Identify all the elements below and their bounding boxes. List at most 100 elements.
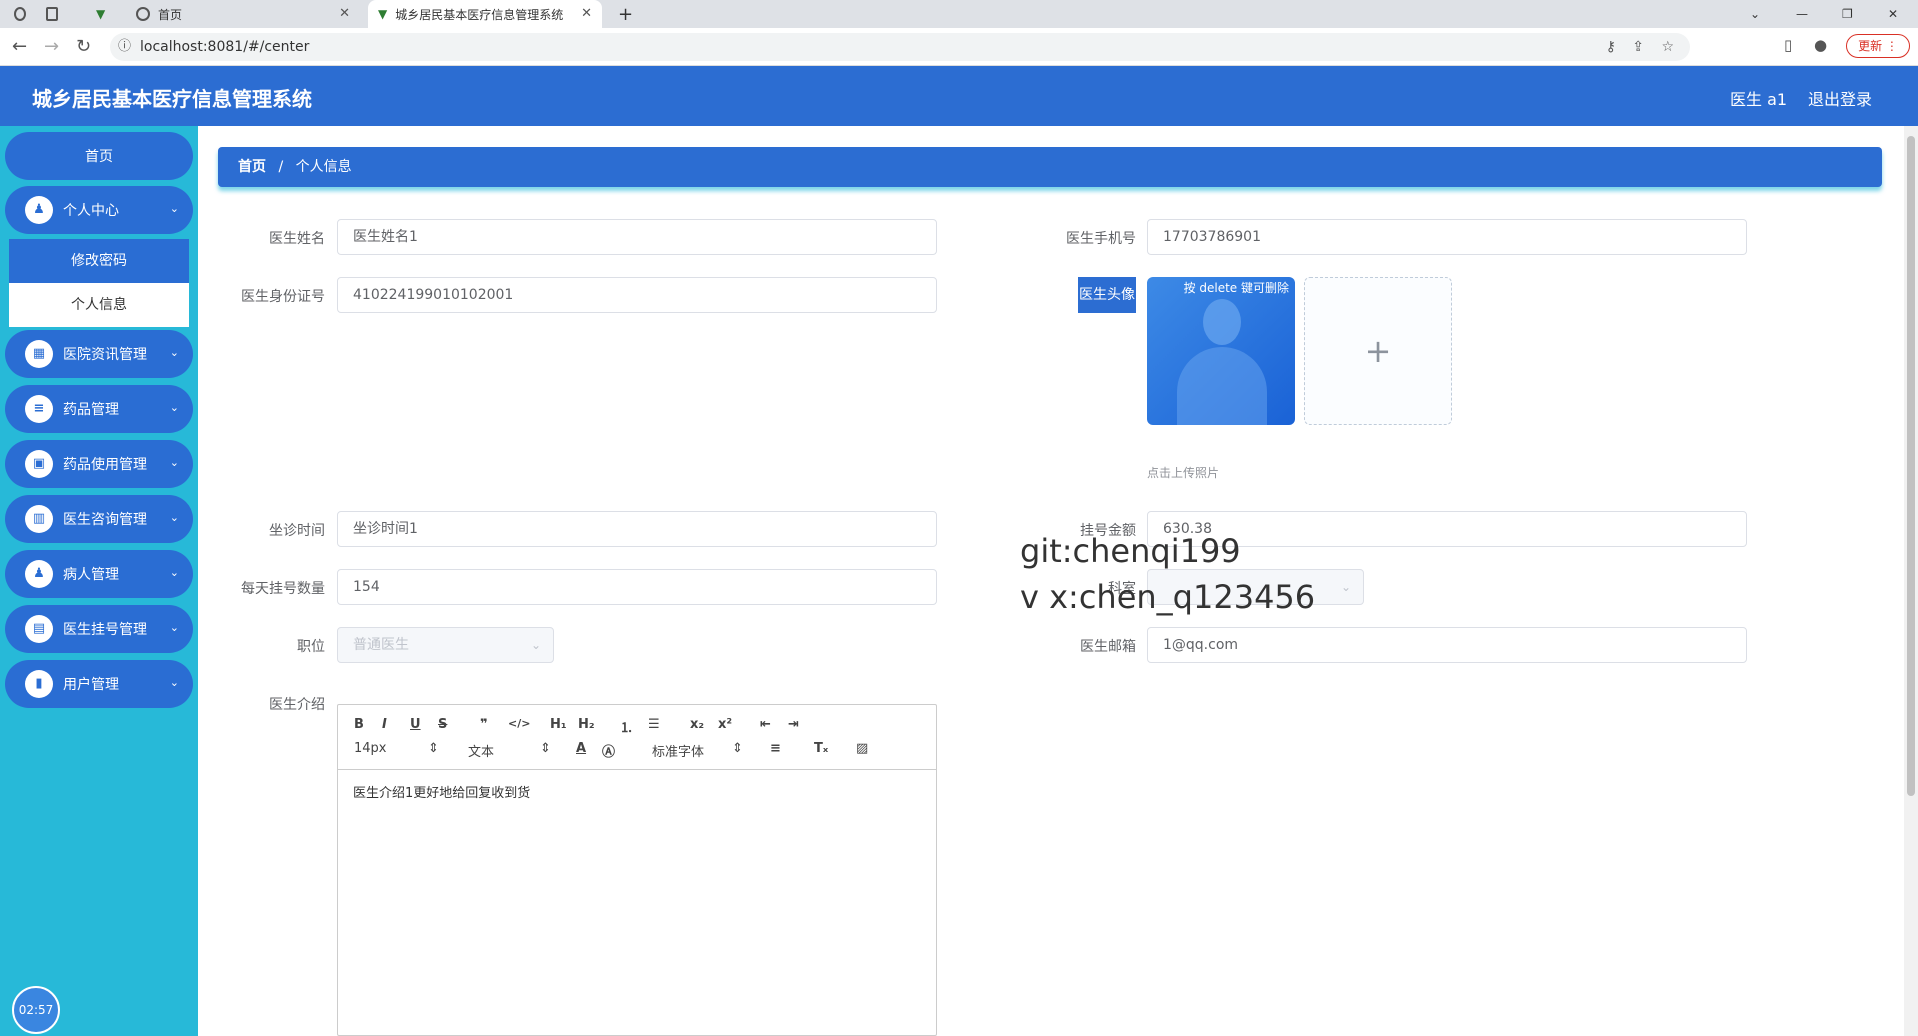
breadcrumb-home[interactable]: 首页 [238, 159, 266, 175]
tab-icon-1[interactable] [14, 0, 34, 28]
subscript-icon[interactable]: x₂ [690, 717, 704, 732]
watermark-line2: v x:chen_q123456 [1020, 578, 1316, 616]
chevron-updown-icon: ⇕ [428, 741, 439, 756]
breadcrumb-separator: / [278, 159, 284, 175]
tab-active[interactable]: ▼ 城乡居民基本医疗信息管理系统 ✕ [368, 0, 602, 28]
h2-icon[interactable]: H₂ [578, 717, 595, 732]
vue-icon: ▼ [96, 7, 106, 21]
name-input[interactable]: 医生姓名1 [337, 219, 937, 255]
sidebar-item-consult[interactable]: ▥ 医生咨询管理 ⌄ [5, 495, 193, 543]
share-icon[interactable]: ⇪ [1632, 33, 1644, 61]
count-value: 154 [353, 579, 380, 595]
phone-input[interactable]: 17703786901 [1147, 219, 1747, 255]
email-input[interactable]: 1@qq.com [1147, 627, 1747, 663]
font-size-select[interactable]: 14px [354, 741, 387, 756]
logout-link[interactable]: 退出登录 [1808, 86, 1872, 110]
close-icon[interactable]: ✕ [339, 6, 350, 21]
bookmark-icon[interactable]: ☆ [1661, 33, 1674, 61]
reload-icon[interactable]: ↻ [76, 36, 91, 57]
position-select[interactable]: 普通医生 ⌄ [337, 627, 554, 663]
format-select[interactable]: 文本 [468, 741, 494, 760]
new-tab-button[interactable]: + [618, 0, 633, 28]
chevron-down-icon: ⌄ [169, 456, 179, 469]
bullet-list-icon[interactable]: ☰ [648, 717, 660, 732]
upload-hint: 点击上传照片 [1147, 466, 1220, 480]
key-icon[interactable]: ⚷ [1606, 33, 1616, 61]
indent-icon[interactable]: ⇥ [788, 717, 799, 732]
forward-icon[interactable]: → [44, 36, 59, 57]
intro-text: 医生介绍1更好地给回复收到货 [353, 786, 531, 801]
update-button[interactable]: 更新 ⋮ [1846, 34, 1910, 58]
font-family-select[interactable]: 标准字体 [652, 741, 704, 760]
vue-icon: ▼ [378, 7, 388, 21]
align-icon[interactable]: ≡ [770, 741, 781, 756]
sidebar-toggle-icon[interactable]: ▯ [1784, 36, 1792, 54]
ordered-list-icon[interactable]: ⒈ [620, 717, 633, 736]
list-icon: ≡ [25, 395, 53, 423]
chevron-updown-icon: ⇕ [732, 741, 743, 756]
sidebar-item-users[interactable]: ▮ 用户管理 ⌄ [5, 660, 193, 708]
clear-format-icon[interactable]: Tₓ [814, 741, 828, 756]
time-input[interactable]: 坐诊时间1 [337, 511, 937, 547]
superscript-icon[interactable]: x² [718, 717, 732, 732]
plus-icon: + [1364, 332, 1392, 370]
sidebar-item-label: 医生咨询管理 [63, 512, 147, 528]
chevron-down-icon: ⌄ [169, 621, 179, 634]
image-icon[interactable]: ▨ [856, 741, 868, 756]
italic-icon[interactable]: I [382, 717, 387, 732]
idcard-input[interactable]: 410224199010102001 [337, 277, 937, 313]
sidebar-item-label: 用户管理 [63, 677, 119, 693]
restore-button[interactable]: ❐ [1842, 0, 1853, 28]
page-scrollbar[interactable] [1904, 126, 1918, 1036]
submenu-personal-info[interactable]: 个人信息 [9, 283, 189, 327]
chevron-down-icon: ⌄ [169, 401, 179, 414]
chevron-down-icon: ⌄ [169, 566, 179, 579]
h1-icon[interactable]: H₁ [550, 717, 567, 732]
quote-icon[interactable]: ❞ [480, 717, 488, 732]
sidebar-item-home[interactable]: 首页 [5, 132, 193, 180]
code-icon[interactable]: </> [508, 717, 530, 730]
chevron-down-icon: ⌄ [169, 346, 179, 359]
minimize-button[interactable]: — [1796, 0, 1808, 28]
sidebar-item-registration[interactable]: ▤ 医生挂号管理 ⌄ [5, 605, 193, 653]
outdent-icon[interactable]: ⇤ [760, 717, 771, 732]
tab-icon-3[interactable]: ▼ [96, 0, 116, 28]
update-label: 更新 [1858, 39, 1883, 53]
close-icon[interactable]: ✕ [581, 6, 592, 21]
url-text: localhost:8081/#/center [140, 39, 310, 55]
sidebar-item-hospital-news[interactable]: ▦ 医院资讯管理 ⌄ [5, 330, 193, 378]
name-value: 医生姓名1 [353, 229, 418, 245]
sidebar-item-label: 药品管理 [63, 402, 119, 418]
submenu-change-password[interactable]: 修改密码 [9, 239, 189, 283]
sidebar-item-drug-usage[interactable]: ▣ 药品使用管理 ⌄ [5, 440, 193, 488]
url-field[interactable]: ⓘ localhost:8081/#/center ☆ ⇪ ⚷ [110, 33, 1690, 61]
avatar-image[interactable]: 按 delete 键可删除 [1147, 277, 1295, 425]
time-label: 坐诊时间 [269, 523, 325, 539]
font-family-value: 标准字体 [652, 745, 705, 760]
recording-timer: 02:57 [12, 986, 60, 1034]
tab-icon-2[interactable] [46, 0, 66, 28]
font-color-icon[interactable]: A [576, 741, 586, 756]
editor-toolbar: B I U S ❞ </> H₁ H₂ ⒈ ☰ x₂ x² ⇤ ⇥ 14px ⇕… [338, 705, 936, 770]
window-close-button[interactable]: ✕ [1888, 0, 1898, 28]
scrollbar-thumb[interactable] [1907, 136, 1915, 796]
underline-icon[interactable]: U [410, 717, 421, 732]
sidebar-item-personal-center[interactable]: ♟ 个人中心 ⌄ [5, 186, 193, 234]
editor-content[interactable]: 医生介绍1更好地给回复收到货 [338, 770, 936, 813]
rich-text-editor: B I U S ❞ </> H₁ H₂ ⒈ ☰ x₂ x² ⇤ ⇥ 14px ⇕… [337, 704, 937, 1036]
tab-search-icon[interactable]: ⌄ [1750, 0, 1760, 28]
bold-icon[interactable]: B [354, 717, 364, 732]
breadcrumb: 首页 / 个人信息 [218, 147, 1882, 187]
idcard-label: 医生身份证号 [241, 289, 325, 305]
sidebar-item-drugs[interactable]: ≡ 药品管理 ⌄ [5, 385, 193, 433]
sidebar-item-patients[interactable]: ♟ 病人管理 ⌄ [5, 550, 193, 598]
address-bar: ← → ↻ ⓘ localhost:8081/#/center ☆ ⇪ ⚷ ▯ … [0, 28, 1918, 66]
strike-icon[interactable]: S [438, 717, 447, 732]
tab-home[interactable]: 首页 ✕ [136, 0, 360, 28]
watermark: git:chenqi199 v x:chen_q123456 [1020, 528, 1315, 620]
count-input[interactable]: 154 [337, 569, 937, 605]
back-icon[interactable]: ← [12, 36, 27, 57]
upload-button[interactable]: + [1304, 277, 1452, 425]
background-color-icon[interactable]: Ⓐ [602, 741, 615, 760]
profile-icon[interactable]: ● [1814, 36, 1827, 54]
